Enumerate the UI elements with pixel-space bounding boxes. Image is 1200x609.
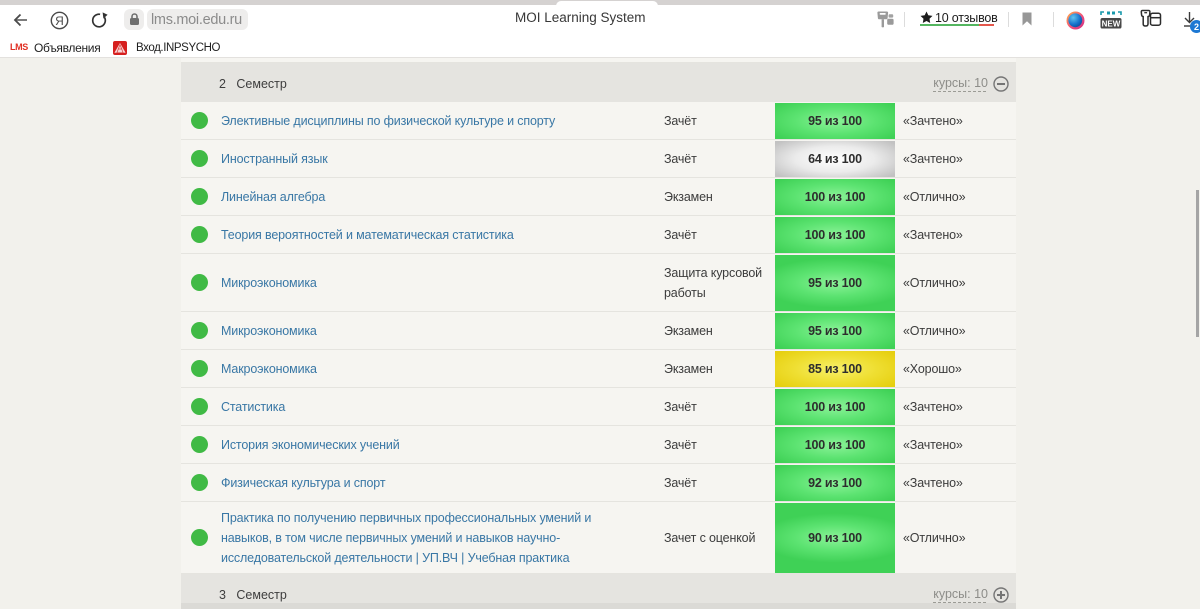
svg-text:NEW: NEW [1102, 19, 1121, 28]
svg-text:Я: Я [55, 14, 64, 28]
